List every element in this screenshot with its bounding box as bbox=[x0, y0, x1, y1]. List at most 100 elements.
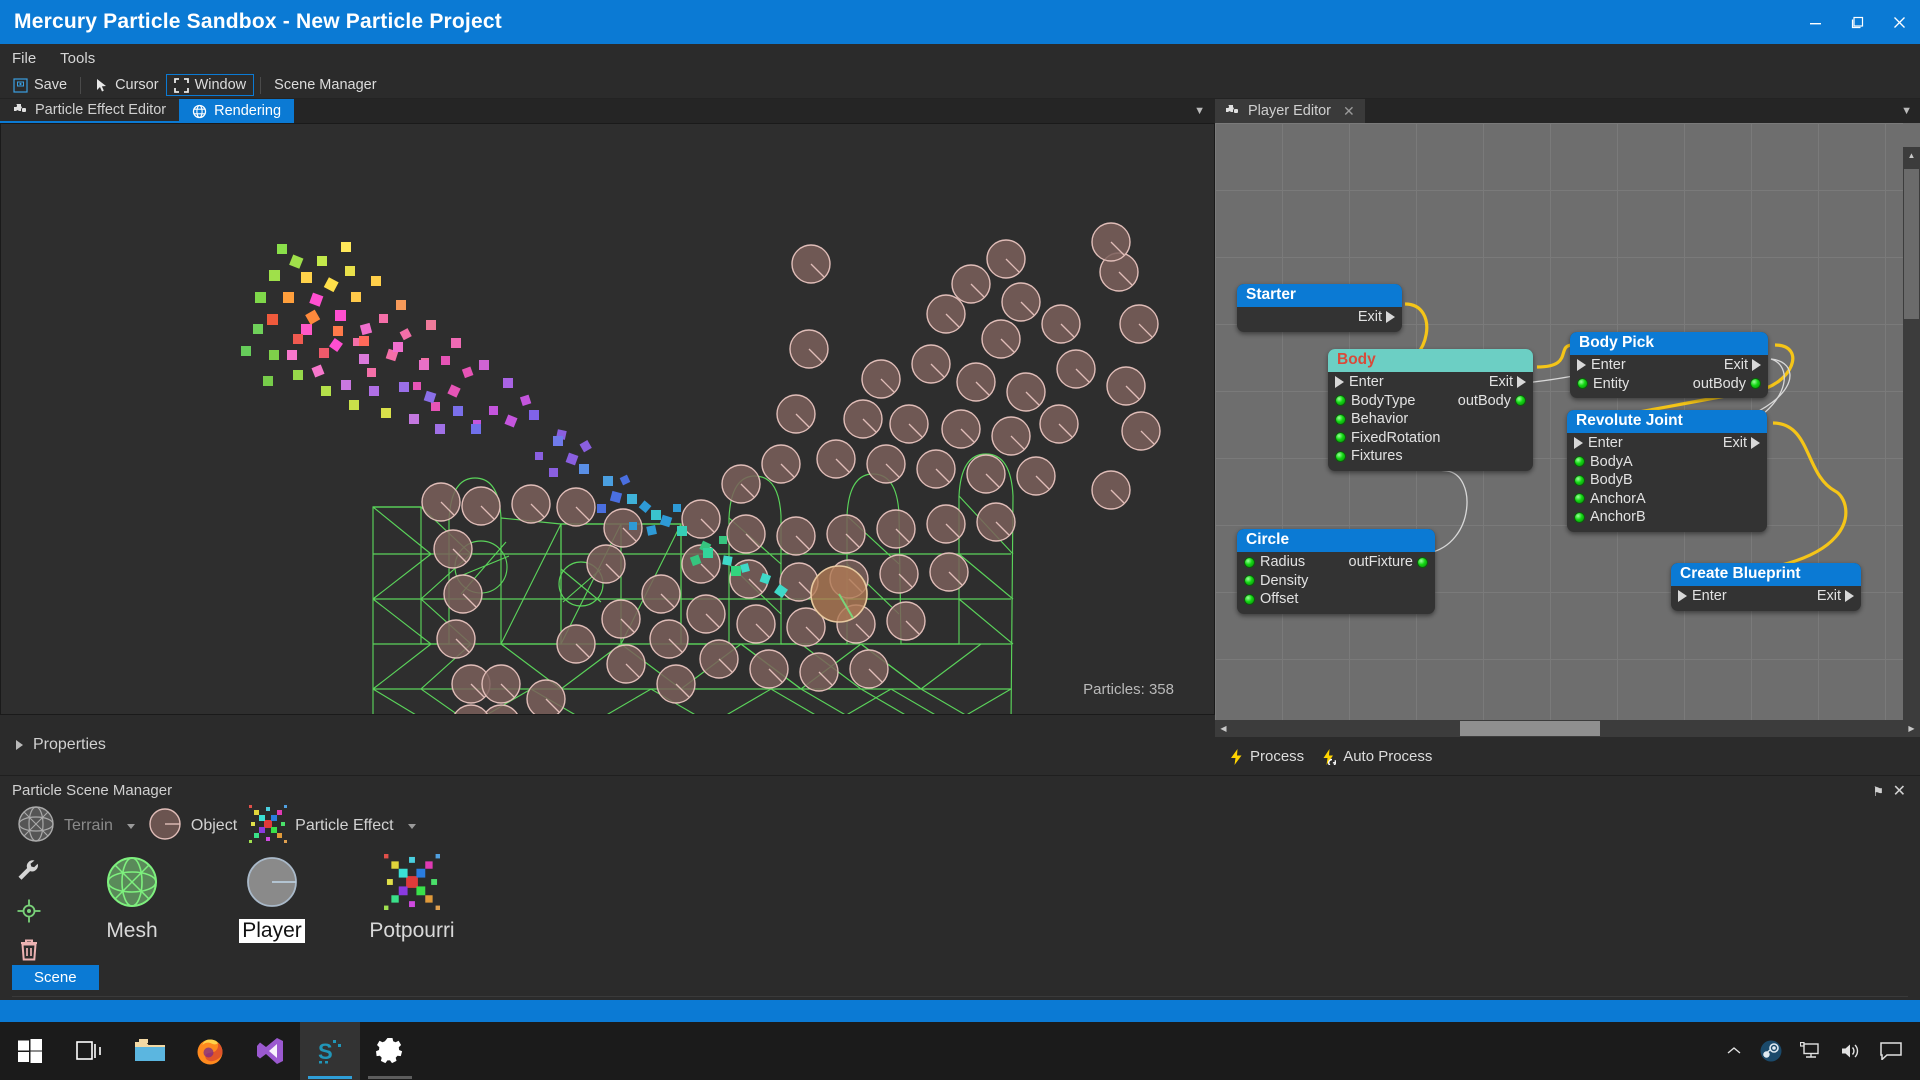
close-button[interactable] bbox=[1878, 0, 1920, 44]
steam-icon[interactable] bbox=[1760, 1040, 1782, 1062]
move-target-icon[interactable] bbox=[17, 899, 41, 928]
scroll-left-button[interactable]: ◀ bbox=[1215, 720, 1232, 737]
auto-process-button[interactable]: Auto Process bbox=[1322, 748, 1432, 765]
maximize-button[interactable] bbox=[1836, 0, 1878, 44]
exec-in-pin-icon[interactable] bbox=[1577, 359, 1586, 371]
scroll-up-button[interactable]: ▲ bbox=[1903, 147, 1920, 164]
process-button[interactable]: Process bbox=[1229, 748, 1304, 765]
node-port-row: FixedRotation bbox=[1328, 429, 1533, 448]
properties-panel-header[interactable]: Properties bbox=[0, 715, 1215, 775]
graph-hscroll-thumb[interactable] bbox=[1460, 721, 1600, 736]
exec-out-pin-icon[interactable] bbox=[1845, 590, 1854, 602]
node-port-row: EnterExit bbox=[1328, 373, 1533, 392]
chevron-down-icon[interactable] bbox=[408, 824, 416, 829]
menu-item-file[interactable]: File bbox=[0, 47, 48, 70]
tabstrip-overflow-button[interactable]: ▼ bbox=[1184, 99, 1215, 123]
node-graph-canvas[interactable]: StarterExit BodyEnterExitBodyTypeoutBodyB… bbox=[1215, 123, 1903, 720]
pin-icon[interactable]: ⚑ bbox=[1872, 784, 1884, 800]
data-in-pin-icon[interactable] bbox=[1244, 594, 1255, 605]
node-body: Exit bbox=[1237, 307, 1402, 332]
graph-vscroll-thumb[interactable] bbox=[1904, 169, 1919, 319]
firefox-button[interactable] bbox=[180, 1022, 240, 1080]
window-tool-button[interactable]: Window bbox=[166, 74, 255, 96]
mercury-sandbox-button[interactable]: S bbox=[300, 1022, 360, 1080]
save-button[interactable]: Save bbox=[6, 74, 74, 96]
puzzle-icon bbox=[1225, 104, 1240, 119]
cursor-tool-button[interactable]: Cursor bbox=[87, 74, 166, 96]
scene-item-player[interactable]: Player bbox=[202, 854, 342, 943]
graph-vertical-scrollbar[interactable]: ▲ ▼ bbox=[1903, 147, 1920, 737]
scene-manager-label: Scene Manager bbox=[274, 77, 376, 93]
data-in-pin-icon[interactable] bbox=[1244, 575, 1255, 586]
close-icon[interactable]: ✕ bbox=[1343, 103, 1355, 120]
scene-manager-button[interactable]: Scene Manager bbox=[267, 74, 383, 96]
tab-player-editor[interactable]: Player Editor ✕ bbox=[1215, 99, 1365, 123]
exec-out-pin-icon[interactable] bbox=[1751, 437, 1760, 449]
trash-icon[interactable] bbox=[17, 938, 41, 967]
data-in-pin-icon[interactable] bbox=[1335, 395, 1346, 406]
minimize-button[interactable] bbox=[1794, 0, 1836, 44]
expand-triangle-icon bbox=[16, 740, 23, 750]
settings-button[interactable] bbox=[360, 1022, 420, 1080]
start-button[interactable] bbox=[0, 1022, 60, 1080]
network-icon[interactable] bbox=[1800, 1042, 1822, 1060]
data-in-pin-icon[interactable] bbox=[1335, 414, 1346, 425]
tab-scene[interactable]: Scene bbox=[12, 965, 99, 990]
menu-item-tools[interactable]: Tools bbox=[48, 47, 107, 70]
rendering-viewport[interactable]: Particles: 358 bbox=[0, 123, 1215, 715]
scene-item-mesh[interactable]: Mesh bbox=[62, 854, 202, 943]
visual-studio-button[interactable] bbox=[240, 1022, 300, 1080]
node-body[interactable]: BodyEnterExitBodyTypeoutBodyBehaviorFixe… bbox=[1328, 349, 1533, 471]
port-label-in: BodyType bbox=[1351, 393, 1416, 409]
scene-type-particle-effect[interactable]: Particle Effect bbox=[243, 805, 421, 848]
exec-in-pin-icon[interactable] bbox=[1335, 376, 1344, 388]
action-center-icon[interactable] bbox=[1880, 1042, 1902, 1060]
exec-out-pin-icon[interactable] bbox=[1752, 359, 1761, 371]
node-title: Circle bbox=[1237, 529, 1435, 552]
data-in-pin-icon[interactable] bbox=[1335, 432, 1346, 443]
node-title: Create Blueprint bbox=[1671, 563, 1861, 586]
graph-horizontal-scrollbar[interactable]: ◀ ▶ bbox=[1215, 720, 1920, 737]
port-label-in: Radius bbox=[1260, 554, 1305, 570]
node-bodypick[interactable]: Body PickEnterExitEntityoutBody bbox=[1570, 332, 1768, 398]
port-label-out: Exit bbox=[1723, 435, 1747, 451]
node-circle[interactable]: CircleRadiusoutFixtureDensityOffset bbox=[1237, 529, 1435, 614]
chevron-up-icon[interactable] bbox=[1726, 1045, 1742, 1057]
node-graph-area[interactable]: StarterExit BodyEnterExitBodyTypeoutBodyB… bbox=[1215, 123, 1920, 737]
port-label-out: Exit bbox=[1817, 588, 1841, 604]
scene-item-potpourri[interactable]: Potpourri bbox=[342, 854, 482, 943]
data-in-pin-icon[interactable] bbox=[1244, 557, 1255, 568]
exec-in-pin-icon[interactable] bbox=[1574, 437, 1583, 449]
data-in-pin-icon[interactable] bbox=[1577, 378, 1588, 389]
node-revolute[interactable]: Revolute JointEnterExitBodyABodyBAnchorA… bbox=[1567, 410, 1767, 532]
node-body: EnterExitBodyABodyBAnchorAAnchorB bbox=[1567, 433, 1767, 532]
exec-out-pin-icon[interactable] bbox=[1517, 376, 1526, 388]
tab-particle-effect-editor[interactable]: Particle Effect Editor bbox=[0, 99, 179, 123]
volume-icon[interactable] bbox=[1840, 1042, 1862, 1060]
data-in-pin-icon[interactable] bbox=[1574, 456, 1585, 467]
scene-type-terrain[interactable]: Terrain bbox=[10, 804, 141, 849]
data-in-pin-icon[interactable] bbox=[1574, 493, 1585, 504]
tab-rendering[interactable]: Rendering bbox=[179, 99, 294, 123]
data-in-pin-icon[interactable] bbox=[1574, 512, 1585, 523]
node-starter[interactable]: StarterExit bbox=[1237, 284, 1402, 332]
exec-in-pin-icon[interactable] bbox=[1678, 590, 1687, 602]
properties-label: Properties bbox=[33, 736, 106, 754]
process-toolbar: Process Auto Process bbox=[1215, 737, 1920, 775]
scene-type-object[interactable]: Object bbox=[141, 806, 243, 847]
exec-out-pin-icon[interactable] bbox=[1386, 311, 1395, 323]
particle-scene-manager-panel: Particle Scene Manager ⚑ ✕ Terrain Objec… bbox=[0, 775, 1920, 1000]
data-out-pin-icon[interactable] bbox=[1417, 557, 1428, 568]
wrench-icon[interactable] bbox=[16, 858, 42, 889]
scroll-right-button[interactable]: ▶ bbox=[1903, 720, 1920, 737]
data-in-pin-icon[interactable] bbox=[1574, 475, 1585, 486]
file-explorer-button[interactable] bbox=[120, 1022, 180, 1080]
chevron-down-icon[interactable] bbox=[127, 824, 135, 829]
data-out-pin-icon[interactable] bbox=[1750, 378, 1761, 389]
player-editor-overflow-button[interactable]: ▼ bbox=[1893, 99, 1920, 123]
task-view-button[interactable] bbox=[60, 1022, 120, 1080]
data-out-pin-icon[interactable] bbox=[1515, 395, 1526, 406]
close-icon[interactable]: ✕ bbox=[1893, 781, 1906, 801]
data-in-pin-icon[interactable] bbox=[1335, 451, 1346, 462]
node-blueprint[interactable]: Create BlueprintEnterExit bbox=[1671, 563, 1861, 611]
